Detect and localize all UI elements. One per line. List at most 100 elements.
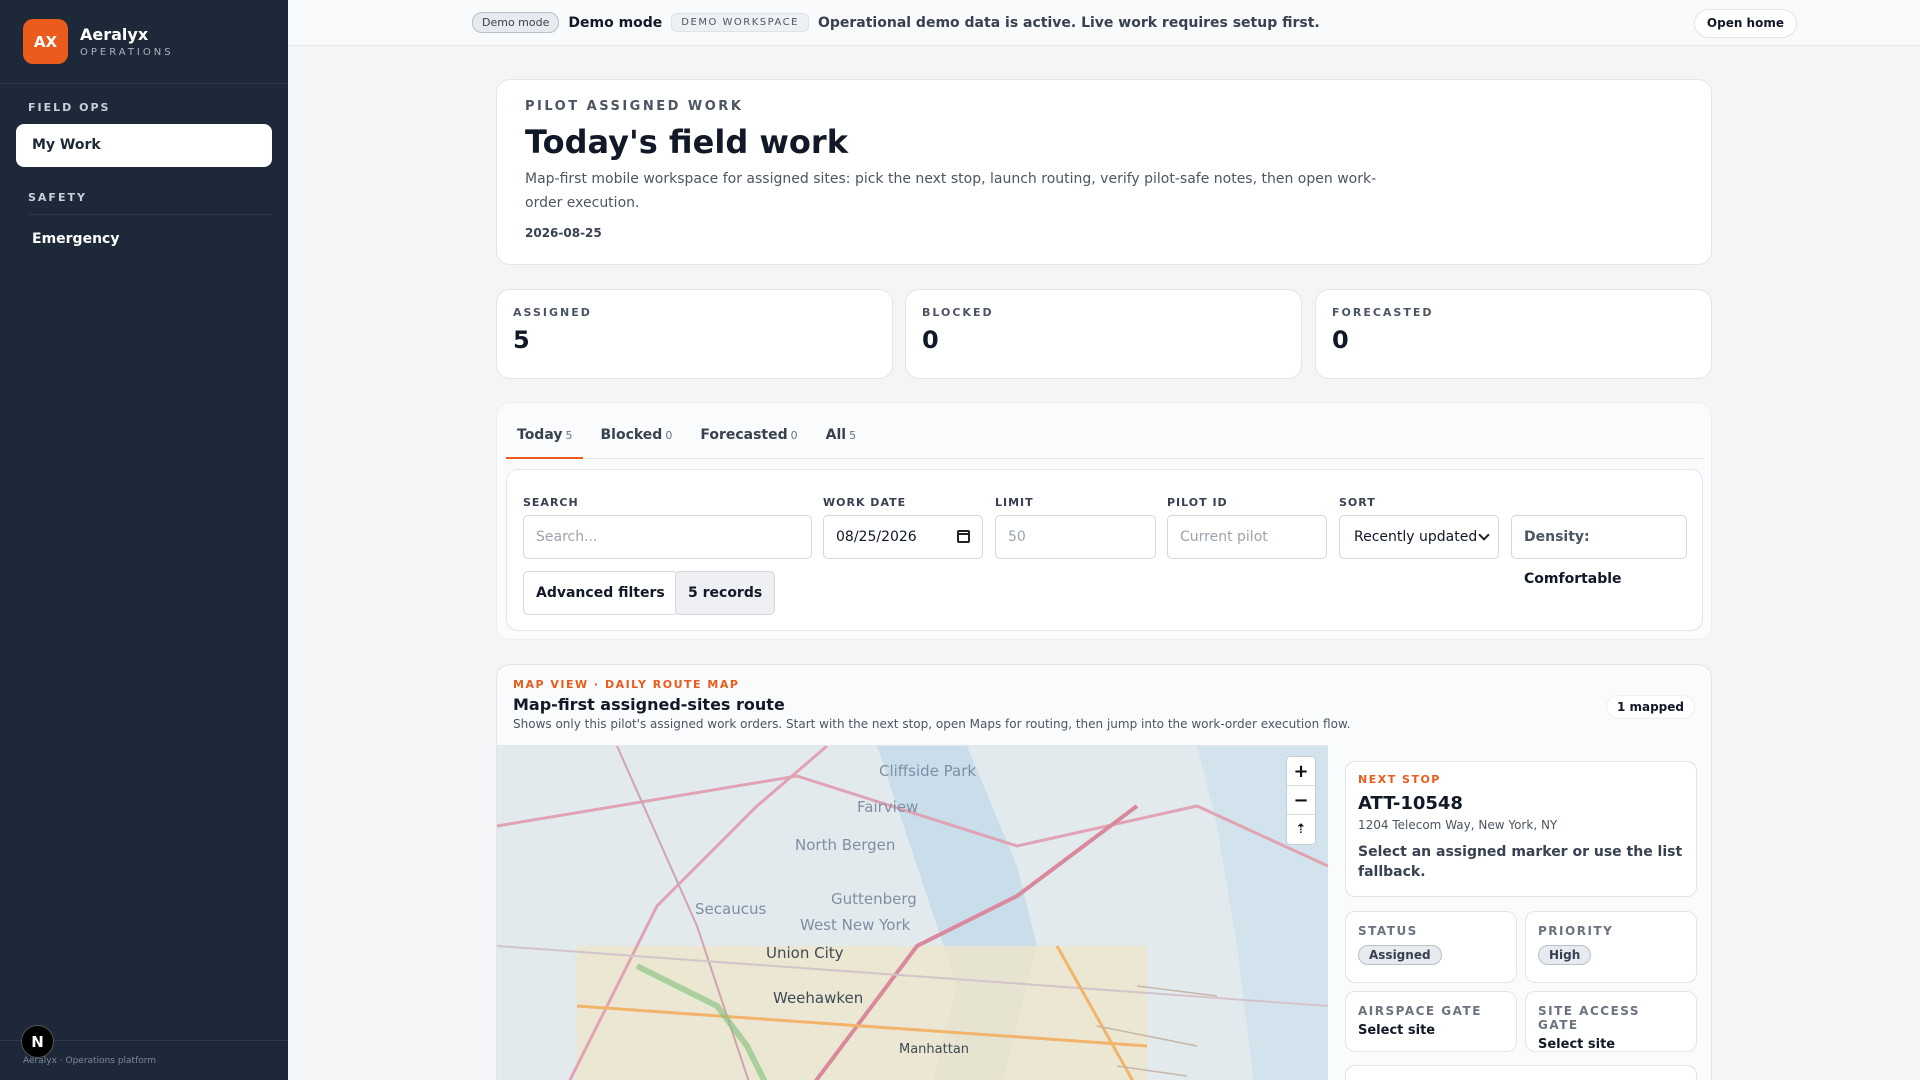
work-date-value: 08/25/2026 (836, 529, 917, 545)
next-stop-card: NEXT STOP ATT-10548 1204 Telecom Way, Ne… (1345, 761, 1697, 897)
next-stop-address: 1204 Telecom Way, New York, NY (1358, 818, 1558, 832)
stat-value: 0 (922, 326, 939, 354)
stat-value: 0 (1332, 326, 1349, 354)
nav-divider (28, 214, 272, 215)
page-title: Today's field work (525, 123, 848, 161)
advanced-filters-button[interactable]: Advanced filters (523, 571, 678, 615)
limit-input[interactable]: 50 (995, 515, 1156, 559)
tab-label: Forecasted (700, 427, 788, 443)
hero-card: PILOT ASSIGNED WORK Today's field work M… (496, 79, 1712, 265)
nav-section-field-ops: FIELD OPS (28, 101, 111, 114)
zoom-in-button[interactable]: + (1287, 757, 1315, 786)
demo-mode-text: Demo mode (568, 14, 663, 31)
tab-count: 0 (790, 429, 798, 442)
next-stop-hint: Select an assigned marker or use the lis… (1358, 844, 1683, 880)
hero-eyebrow: PILOT ASSIGNED WORK (525, 99, 744, 114)
priority-label: PRIORITY (1538, 924, 1614, 938)
status-card: STATUS Assigned (1345, 911, 1517, 983)
sidebar-item-my-work[interactable]: My Work (16, 124, 272, 167)
brand[interactable]: AX Aeralyx OPERATIONS (0, 0, 288, 84)
stat-label: ASSIGNED (513, 306, 592, 319)
map-label: Manhattan (899, 1042, 970, 1057)
site-access-gate-label: SITE ACCESS GATE (1538, 1004, 1641, 1032)
filter-bar: SEARCH Search... WORK DATE 08/25/2026 LI… (506, 469, 1703, 631)
sidebar-item-emergency[interactable]: Emergency (16, 218, 272, 261)
next-dev-badge[interactable]: N (21, 1025, 54, 1058)
tab-forecasted[interactable]: Forecasted 0 (689, 411, 808, 458)
map-label: Guttenberg (831, 890, 917, 908)
route-map-card: MAP VIEW · DAILY ROUTE MAP Map-first ass… (496, 664, 1712, 1080)
footer-text: Aeralyx · Operations platform (23, 1056, 157, 1066)
work-date-label: WORK DATE (823, 496, 907, 509)
tab-label: All (825, 427, 847, 443)
map-title: Map-first assigned-sites route (513, 695, 785, 714)
stat-label: FORECASTED (1332, 306, 1434, 319)
reset-bearing-icon[interactable]: ⇡ (1287, 815, 1315, 844)
chevron-down-icon (1478, 529, 1490, 541)
next-stop-eyebrow: NEXT STOP (1358, 773, 1441, 786)
sidebar: AX Aeralyx OPERATIONS FIELD OPS My Work … (0, 0, 288, 1080)
demo-workspace-pill: DEMO WORKSPACE (671, 13, 809, 32)
stat-blocked: BLOCKED 0 (905, 289, 1302, 379)
zoom-controls: + − ⇡ (1286, 756, 1316, 845)
map-label: Cliffside Park (879, 762, 977, 780)
sort-select[interactable]: Recently updated (1339, 515, 1499, 559)
pilot-id-label: PILOT ID (1167, 496, 1228, 509)
priority-card: PRIORITY High (1525, 911, 1697, 983)
map-tiles (497, 746, 1328, 1080)
hero-description: Map-first mobile workspace for assigned … (525, 171, 1377, 211)
map-description: Shows only this pilot's assigned work or… (513, 717, 1351, 731)
top-bar: Demo mode Demo mode DEMO WORKSPACE Opera… (288, 0, 1920, 46)
site-access-gate-card: SITE ACCESS GATE Select site (1525, 991, 1697, 1052)
open-home-button[interactable]: Open home (1693, 9, 1797, 38)
tab-today[interactable]: Today 5 (506, 411, 584, 459)
sort-label: SORT (1339, 496, 1376, 509)
map-label: West New York (800, 916, 911, 934)
stat-value: 5 (513, 326, 530, 354)
tab-label: Blocked (600, 427, 663, 443)
status-badge: Assigned (1358, 945, 1442, 965)
map-label: Union City (766, 944, 844, 962)
airspace-gate-card: AIRSPACE GATE Select site (1345, 991, 1517, 1052)
search-input[interactable]: Search... (523, 515, 812, 559)
priority-badge: High (1538, 945, 1592, 965)
limit-label: LIMIT (995, 496, 1034, 509)
density-toggle[interactable]: Density: Comfortable (1511, 515, 1687, 587)
tab-label: Today (517, 427, 563, 443)
next-card-partial (1345, 1065, 1697, 1080)
stat-forecasted: FORECASTED 0 (1315, 289, 1712, 379)
tab-count: 0 (665, 429, 673, 442)
stat-label: BLOCKED (922, 306, 994, 319)
tab-bar: Today 5 Blocked 0 Forecasted 0 All 5 (506, 411, 1703, 459)
airspace-gate-label: AIRSPACE GATE (1358, 1004, 1482, 1018)
calendar-icon[interactable] (957, 530, 970, 543)
brand-subtitle: OPERATIONS (80, 47, 174, 58)
work-list-panel: Today 5 Blocked 0 Forecasted 0 All 5 SEARCH … (496, 402, 1712, 640)
map-label: Weehawken (773, 989, 864, 1007)
work-date-input[interactable]: 08/25/2026 (823, 515, 983, 559)
sort-value: Recently updated (1354, 529, 1478, 545)
status-label: STATUS (1358, 924, 1418, 938)
hero-date: 2026-08-25 (525, 226, 602, 240)
map-eyebrow: MAP VIEW · DAILY ROUTE MAP (513, 678, 740, 691)
route-map[interactable]: Cliffside Park Fairview North Bergen Gut… (497, 745, 1328, 1080)
site-access-gate-value: Select site (1538, 1037, 1616, 1052)
map-label: Fairview (857, 798, 919, 816)
nav-section-safety: SAFETY (28, 191, 87, 204)
records-count-button[interactable]: 5 records (675, 571, 776, 615)
airspace-gate-value: Select site (1358, 1023, 1436, 1038)
next-stop-id: ATT-10548 (1358, 793, 1463, 814)
search-label: SEARCH (523, 496, 579, 509)
demo-mode-pill: Demo mode (472, 12, 560, 33)
tab-count: 5 (849, 429, 857, 442)
density-label: Density: (1524, 529, 1590, 545)
tab-blocked[interactable]: Blocked 0 (589, 411, 683, 458)
density-value: Comfortable (1524, 571, 1622, 587)
brand-logo: AX (23, 19, 68, 64)
zoom-out-button[interactable]: − (1287, 786, 1315, 815)
tab-all[interactable]: All 5 (815, 411, 867, 458)
brand-name: Aeralyx (80, 25, 149, 44)
tab-count: 5 (565, 429, 573, 442)
pilot-id-input[interactable]: Current pilot (1167, 515, 1327, 559)
map-label: North Bergen (795, 836, 896, 854)
